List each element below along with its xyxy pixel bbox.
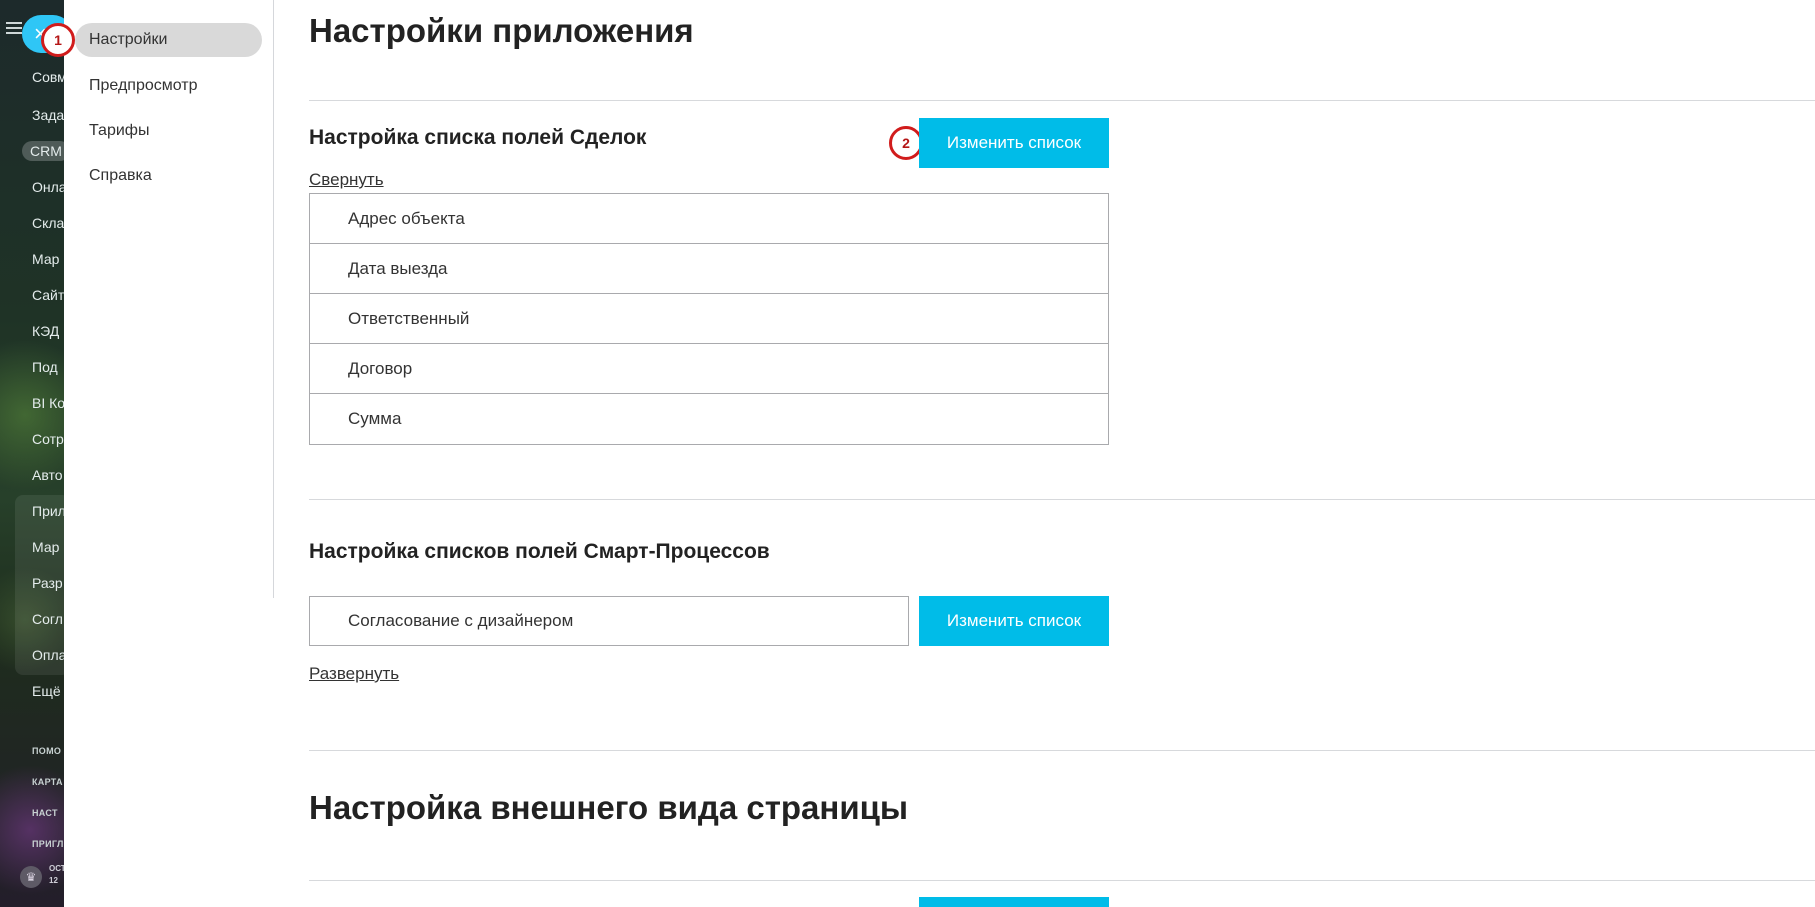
list-item: Договор xyxy=(310,344,1108,394)
plan-info: ОСТ 12 xyxy=(49,864,64,885)
nav-item-settings[interactable]: Настройки xyxy=(75,23,262,57)
sidebar-item[interactable]: Авто xyxy=(32,467,63,483)
sidebar-item[interactable]: BI Ко xyxy=(32,395,64,411)
deals-section-title: Настройка списка полей Сделок xyxy=(309,126,647,149)
sidebar-item[interactable]: Опла xyxy=(32,647,64,663)
page-title: Настройки приложения xyxy=(309,12,694,49)
smart-section-title: Настройка списков полей Смарт-Процессов xyxy=(309,540,770,563)
divider xyxy=(309,100,1815,101)
sidebar-item[interactable]: Совм xyxy=(32,69,64,85)
nav-item-tariffs[interactable]: Тарифы xyxy=(75,114,262,148)
collapse-link[interactable]: Свернуть xyxy=(309,170,384,190)
smart-process-field: Согласование с дизайнером xyxy=(309,596,909,646)
background-sidebar: Совм Зада CRM Онла Скла Мар Сайт КЭД Под… xyxy=(0,0,64,907)
sidebar-item[interactable]: Скла xyxy=(32,215,64,231)
nav-item-preview[interactable]: Предпросмотр xyxy=(75,69,262,103)
sidebar-item[interactable]: Разр xyxy=(32,575,63,591)
edit-smart-list-button[interactable]: Изменить список xyxy=(919,596,1109,646)
sidebar-footer-item[interactable]: ПРИГЛ xyxy=(32,839,64,849)
partially-visible-button[interactable] xyxy=(919,897,1109,907)
sidebar-item[interactable]: Под xyxy=(32,359,58,375)
divider xyxy=(309,750,1815,751)
sidebar-item[interactable]: Мар xyxy=(32,251,59,267)
list-item: Ответственный xyxy=(310,294,1108,344)
sidebar-item[interactable]: Сотр xyxy=(32,431,64,447)
app-navigation: Настройки Предпросмотр Тарифы Справка xyxy=(64,0,274,598)
sidebar-item[interactable]: Сайт xyxy=(32,287,64,303)
nav-item-help[interactable]: Справка xyxy=(75,159,262,193)
annotation-badge-2: 2 xyxy=(889,126,923,160)
divider xyxy=(309,880,1815,881)
sidebar-footer-item[interactable]: ПОМО xyxy=(32,746,61,756)
sidebar-item[interactable]: Согл xyxy=(32,611,63,627)
edit-deals-list-button[interactable]: Изменить список xyxy=(919,118,1109,168)
divider xyxy=(309,499,1815,500)
sidebar-item-crm[interactable]: CRM xyxy=(22,141,64,161)
sidebar-item[interactable]: Прил xyxy=(32,503,64,519)
annotation-badge-1: 1 xyxy=(41,23,75,57)
list-item: Адрес объекта xyxy=(310,194,1108,244)
list-item: Дата выезда xyxy=(310,244,1108,294)
list-item: Сумма xyxy=(348,409,402,428)
sidebar-item[interactable]: КЭД xyxy=(32,323,59,339)
appearance-section-title: Настройка внешнего вида страницы xyxy=(309,789,909,826)
sidebar-item[interactable]: Зада xyxy=(32,107,64,123)
sidebar-item-more[interactable]: Ещё xyxy=(32,683,61,699)
crown-icon[interactable]: ♛ xyxy=(20,866,42,888)
expand-link[interactable]: Развернуть xyxy=(309,664,399,684)
sidebar-footer-item[interactable]: КАРТА xyxy=(32,777,63,787)
app-settings-panel: Настройки Предпросмотр Тарифы Справка 1 … xyxy=(41,0,1815,907)
sidebar-footer-item[interactable]: НАСТ xyxy=(32,808,58,818)
sidebar-item[interactable]: Мар xyxy=(32,539,59,555)
main-content: Настройки приложения Настройка списка по… xyxy=(309,0,1815,907)
sidebar-item[interactable]: Онла xyxy=(32,179,64,195)
hamburger-menu-icon[interactable] xyxy=(6,22,22,34)
deals-field-list: Адрес объекта Дата выезда Ответственный … xyxy=(309,193,1109,445)
